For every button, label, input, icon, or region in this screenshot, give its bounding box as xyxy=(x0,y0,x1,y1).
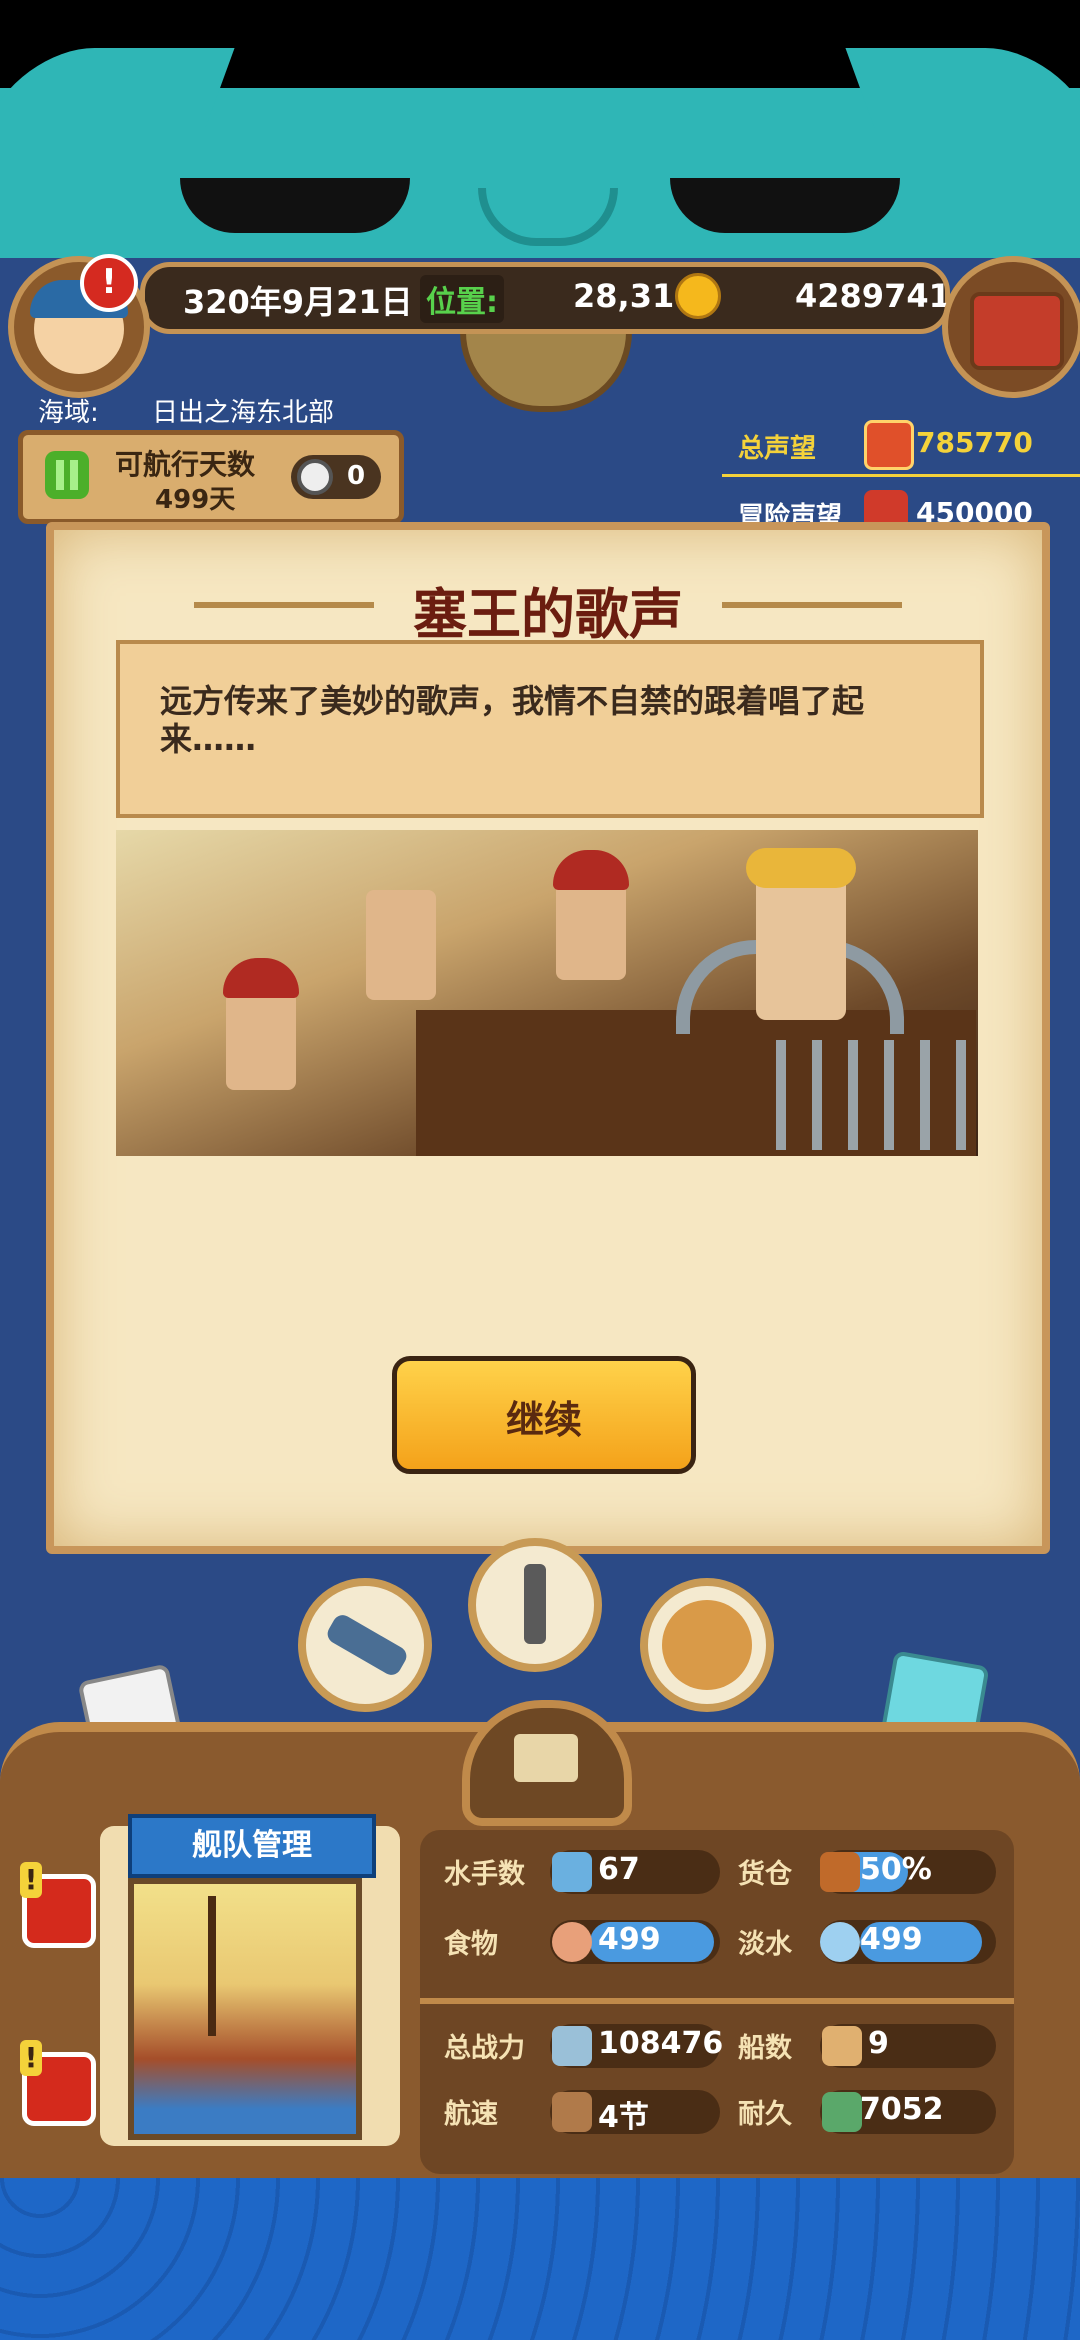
world-map-icon[interactable] xyxy=(640,1578,774,1712)
sailing-days-label: 可航行天数 xyxy=(115,448,256,481)
crew-warning-icon: ! xyxy=(20,1862,42,1898)
pirate-hat xyxy=(553,850,629,890)
total-reputation-value: 785770 xyxy=(916,426,1033,459)
sea-waves xyxy=(0,2178,1080,2340)
treasure-chest-icon[interactable] xyxy=(942,256,1080,398)
event-message-box: 远方传来了美妙的歌声，我情不自禁的跟着唱了起来…… xyxy=(116,640,984,818)
cat-eye-left xyxy=(180,178,410,233)
food-value: 499 xyxy=(598,1922,661,1957)
ring-counter-value: 0 xyxy=(347,461,366,491)
ring-counter[interactable]: 0 xyxy=(291,455,381,499)
ship-railing xyxy=(776,1040,976,1150)
cargo-label: 货仓 xyxy=(738,1859,792,1890)
ring-icon xyxy=(297,459,333,495)
meat-icon xyxy=(552,1922,592,1962)
ship-warning-icon: ! xyxy=(20,2040,42,2076)
continue-button[interactable]: 继续 xyxy=(392,1356,696,1474)
event-title: 塞王的歌声 xyxy=(413,583,683,646)
pause-icon[interactable] xyxy=(45,451,89,499)
telescope-icon[interactable] xyxy=(298,1578,432,1712)
reputation-shield-icon xyxy=(864,420,914,470)
ships-value: 9 xyxy=(868,2026,889,2061)
durability-label: 耐久 xyxy=(738,2099,792,2130)
sailor-icon xyxy=(552,1852,592,1892)
water-value: 499 xyxy=(860,1922,923,1957)
region-value: 日出之海东北部 xyxy=(152,398,335,428)
sailing-days-value: 499天 xyxy=(155,485,236,515)
total-reputation-label: 总声望 xyxy=(738,434,817,464)
event-illustration xyxy=(116,830,978,1156)
crossed-swords-icon xyxy=(552,2026,592,2066)
sailing-days-panel: 可航行天数 499天 0 xyxy=(18,430,404,524)
sailboat-icon xyxy=(552,2092,592,2132)
fleet-management-label[interactable]: 舰队管理 xyxy=(128,1814,376,1878)
pirate-hat xyxy=(223,958,299,998)
gold-coin-icon xyxy=(675,273,721,319)
region-label: 海域: xyxy=(38,398,99,428)
ship-icon[interactable] xyxy=(462,1700,632,1826)
event-dialog: 塞王的歌声 远方传来了美妙的歌声，我情不自禁的跟着唱了起来…… 继续 xyxy=(46,522,1050,1554)
pirate-figure xyxy=(366,890,436,1000)
stats-divider xyxy=(420,1998,1014,2004)
position-value: 28,31 xyxy=(573,277,675,315)
water-label: 淡水 xyxy=(738,1929,792,1960)
date-text: 320年9月21日 xyxy=(183,283,413,321)
reputation-divider xyxy=(722,474,1080,477)
sailors-value: 67 xyxy=(598,1852,640,1887)
anchor-icon[interactable] xyxy=(468,1538,602,1672)
sailors-label: 水手数 xyxy=(444,1859,525,1890)
flagship-image[interactable] xyxy=(128,1878,362,2140)
food-label: 食物 xyxy=(444,1929,498,1960)
sail-icon xyxy=(822,2026,862,2066)
status-bar: 320年9月21日 位置: 28,31 4289741 xyxy=(140,262,951,334)
power-label: 总战力 xyxy=(444,2033,525,2064)
power-value: 108476 xyxy=(598,2026,724,2061)
cat-eye-right xyxy=(670,178,900,233)
chest-box xyxy=(970,292,1064,370)
cat-mouth xyxy=(478,188,618,246)
event-message: 远方传来了美妙的歌声，我情不自禁的跟着唱了起来…… xyxy=(160,682,865,758)
speed-label: 航速 xyxy=(444,2099,498,2130)
ships-label: 船数 xyxy=(738,2033,792,2064)
cargo-value: 50% xyxy=(860,1852,932,1887)
gold-amount: 4289741 xyxy=(795,277,951,315)
cargo-crate-icon xyxy=(820,1852,860,1892)
cat-head-decoration xyxy=(0,48,1080,258)
durability-value: 7052 xyxy=(860,2092,944,2127)
pirate-bandana xyxy=(746,848,856,888)
repair-icon xyxy=(822,2092,862,2132)
alert-badge-icon[interactable]: ! xyxy=(80,254,138,312)
speed-value: 4节 xyxy=(598,2100,649,2135)
position-label: 位置: xyxy=(420,275,504,323)
water-jug-icon xyxy=(820,1922,860,1962)
